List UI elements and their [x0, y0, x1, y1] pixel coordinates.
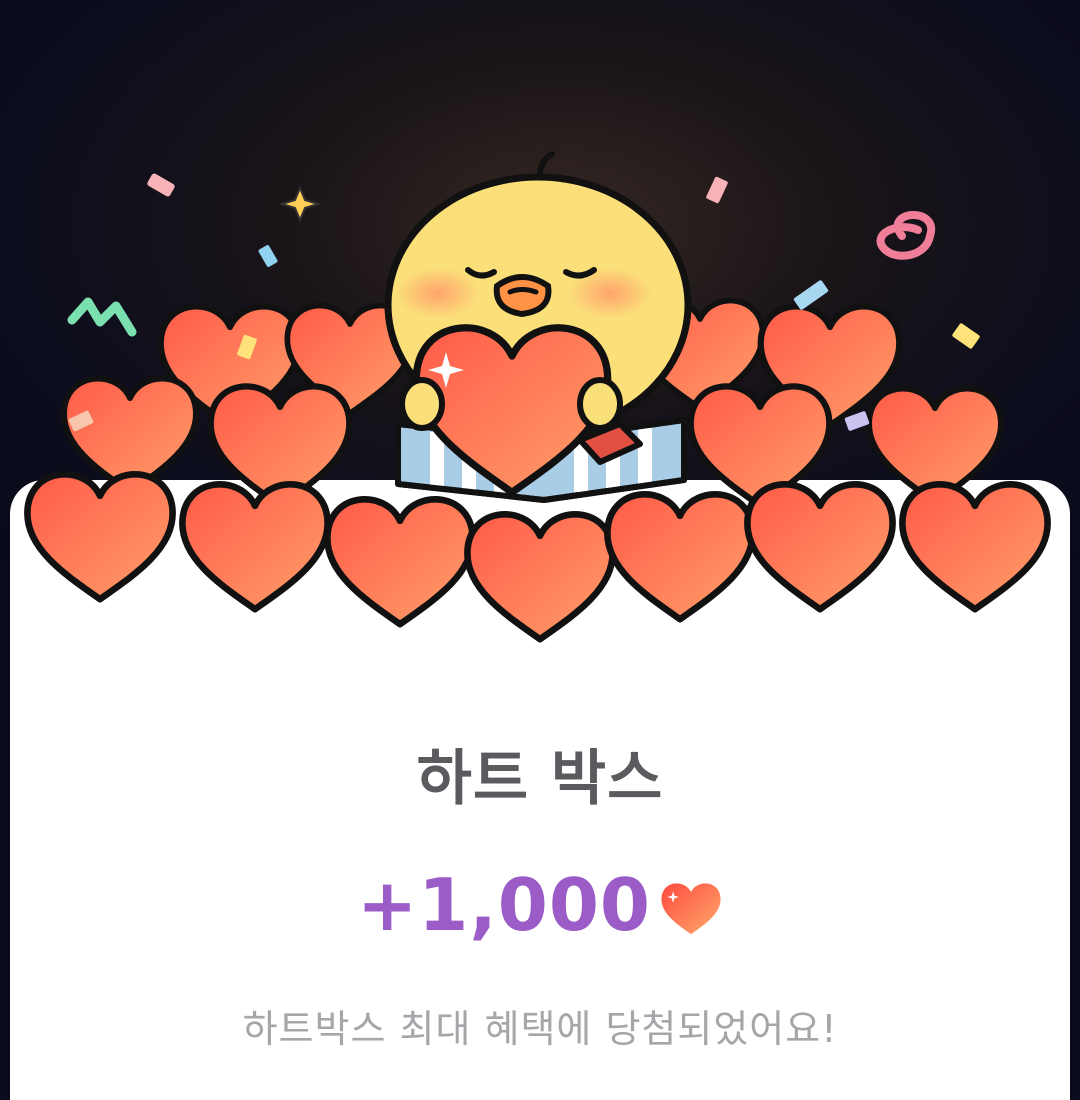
reward-row: +1,000 — [0, 860, 1080, 950]
heart-icon — [27, 474, 172, 599]
heart-icon — [747, 484, 892, 609]
reward-amount: +1,000 — [356, 863, 652, 947]
heart-box-illustration — [0, 151, 1080, 700]
heart-icon — [902, 484, 1047, 609]
heart-icon — [182, 484, 327, 609]
heart-icon — [327, 499, 472, 624]
heart-icon — [691, 386, 830, 505]
heart-icon — [661, 883, 721, 935]
heart-icon — [607, 494, 752, 619]
card-title: 하트 박스 — [416, 744, 664, 814]
heart-icon — [467, 514, 612, 639]
card-message: 하트박스 최대 혜택에 당첨되었어요! — [242, 1007, 838, 1051]
